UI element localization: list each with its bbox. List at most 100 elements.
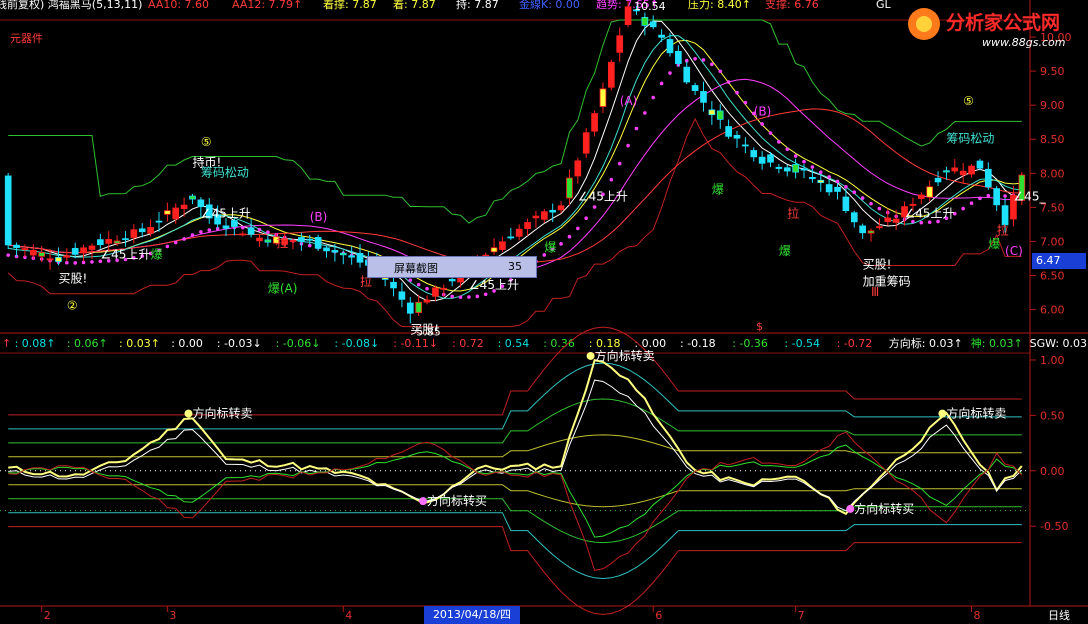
- indicator-header-4: : 0.00: [171, 337, 203, 350]
- candle-body: [792, 164, 799, 173]
- candle-body: [97, 239, 104, 246]
- trend-dot: [592, 205, 597, 209]
- trend-dot: [802, 159, 806, 164]
- chart-canvas[interactable]: 6.006.507.007.508.008.509.009.5010.00-0.…: [0, 0, 1088, 624]
- trend-dot: [6, 253, 10, 257]
- price-tick-label: 9.00: [1040, 99, 1065, 112]
- trend-dot: [978, 196, 982, 201]
- candle-body: [817, 179, 825, 183]
- trend-dot: [986, 193, 991, 198]
- header-item-2: 着撑: 7.87: [323, 0, 377, 11]
- candle-body: [641, 16, 649, 26]
- trend-dot: [576, 226, 580, 231]
- header-item-0: AA10: 7.60: [148, 0, 209, 11]
- candle-body: [909, 203, 917, 206]
- screenshot-tooltip[interactable]: 屏幕截图 35: [367, 256, 537, 278]
- candle-body: [532, 215, 540, 219]
- upper-band-1: [8, 362, 1022, 430]
- candle-body: [348, 255, 355, 258]
- candle-body: [574, 160, 582, 177]
- candle-body: [180, 204, 188, 210]
- candle-body: [4, 175, 12, 246]
- candle-body: [884, 217, 892, 222]
- trend-dot: [458, 295, 463, 299]
- candle-body: [557, 205, 565, 211]
- candle-body: [63, 255, 71, 258]
- candle-body: [809, 176, 816, 180]
- price-annotation-28: ⑤: [963, 94, 974, 108]
- time-tick-label: 4: [345, 609, 352, 622]
- candle-body: [675, 51, 682, 64]
- trend-dot: [190, 233, 195, 237]
- candle-body: [758, 156, 766, 164]
- trend-dot: [240, 225, 245, 230]
- price-annotation-6: 拉: [276, 235, 288, 250]
- trend-dot: [835, 179, 840, 184]
- price-annotation-12: 买股!: [410, 322, 439, 336]
- candle-body: [767, 154, 774, 163]
- candle-body: [247, 227, 255, 235]
- trend-dot: [567, 234, 572, 239]
- trend-dot: [844, 185, 848, 189]
- candle-body: [515, 228, 523, 237]
- stock-chart-window: 6.00 6.50 7.00 7.50 8.00 8.50 9.00 9.50 10.00 -0.…: [0, 0, 1088, 624]
- trend-dot: [760, 122, 764, 126]
- candle-body: [80, 247, 87, 254]
- candle-body: [264, 239, 272, 243]
- time-tick-label: 6: [655, 609, 662, 622]
- trend-dot: [643, 111, 647, 115]
- candle-body: [859, 225, 866, 234]
- candle-body: [339, 252, 347, 256]
- price-annotation-2: ∠45上升: [201, 207, 251, 221]
- trend-dot: [969, 201, 974, 206]
- signal-dot: [184, 409, 193, 418]
- indicator-header-1: : 0.08↑: [15, 337, 56, 350]
- candle-body: [616, 35, 624, 53]
- resistance-line: [8, 19, 1022, 224]
- time-tick-label: 2: [44, 609, 51, 622]
- indicator-annotation-4: 方向标转买: [854, 501, 914, 516]
- trend-dot: [743, 100, 748, 105]
- candle-body: [540, 211, 548, 220]
- price-annotation-29: ②: [67, 299, 78, 313]
- candle-body: [155, 220, 163, 223]
- candle-body: [825, 184, 833, 193]
- price-annotation-27: ⑤: [201, 135, 212, 149]
- candle-body: [524, 222, 531, 229]
- candle-body: [968, 165, 975, 175]
- current-price-tag: 6.47: [1032, 253, 1086, 269]
- candle-body: [750, 150, 758, 158]
- candle-body: [256, 237, 263, 242]
- candle-body: [448, 279, 456, 282]
- candle-body: [934, 177, 942, 183]
- candle-body: [725, 126, 732, 137]
- logo-url: www.88gs.com: [982, 36, 1065, 49]
- lower-band-1: [8, 512, 1022, 580]
- candle-body: [29, 249, 37, 256]
- indicator-header-16: : -0.54: [784, 337, 820, 350]
- ma30-line: [8, 108, 1022, 265]
- indicator-header-9: : 0.72: [452, 337, 484, 350]
- candle-body: [624, 6, 632, 26]
- candle-body: [306, 238, 314, 241]
- trend-dot: [668, 71, 672, 75]
- price-tick-label: 9.50: [1040, 65, 1065, 78]
- header-item-7: 压力: 8.40↑: [688, 0, 751, 11]
- time-tick-label: 8: [974, 609, 981, 622]
- trend-dot: [777, 140, 781, 144]
- candle-body: [666, 39, 674, 54]
- trend-dot: [768, 131, 773, 135]
- indicator-annotation-3: 方向标转买: [427, 493, 487, 508]
- trend-dot: [425, 286, 429, 291]
- candle-body: [951, 167, 959, 172]
- trend-dot: [584, 216, 589, 221]
- candle-body: [691, 85, 699, 91]
- price-tick-label: 7.00: [1040, 235, 1065, 248]
- candle-body: [21, 248, 29, 251]
- trend-dot: [793, 154, 798, 158]
- indicator-tick-label: 0.00: [1040, 465, 1065, 478]
- lower-band-0: [8, 526, 1022, 615]
- trend-dot: [827, 175, 831, 179]
- price-annotation-22: 筹码松动: [946, 132, 994, 146]
- candle-body: [122, 238, 129, 241]
